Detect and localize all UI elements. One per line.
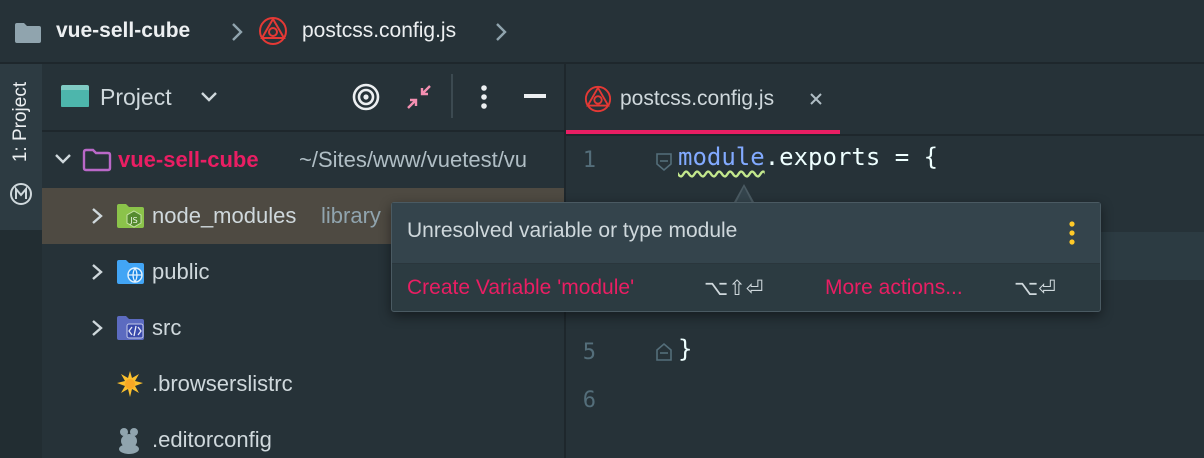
- obscured-line-number: [564, 310, 588, 330]
- postcss-icon: [259, 17, 287, 45]
- intention-popup: Unresolved variable or type module Creat…: [391, 202, 1101, 312]
- more-actions-shortcut: ⌥⏎: [1014, 276, 1056, 300]
- tree-row-editorconfig[interactable]: .editorconfig: [42, 412, 564, 458]
- chevron-down-icon[interactable]: [54, 152, 72, 166]
- tree-node-modules-name: node_modules: [152, 203, 297, 228]
- breadcrumb-project[interactable]: vue-sell-cube: [56, 19, 190, 43]
- project-tab-label: 1: Project: [10, 81, 31, 163]
- chevron-right-icon[interactable]: [90, 319, 104, 337]
- editorconfig-icon: [119, 428, 139, 454]
- editor-tab-bar: postcss.config.js: [566, 64, 1204, 136]
- code-token-module: module: [678, 143, 765, 171]
- code-token-close-brace: }: [678, 335, 693, 363]
- locate-target-icon[interactable]: [351, 82, 381, 112]
- active-tab-indicator: [566, 130, 840, 134]
- more-actions-link[interactable]: More actions...: [825, 276, 963, 300]
- line-number: 5: [582, 340, 596, 365]
- public-folder-icon: [117, 260, 144, 284]
- navigation-bar: vue-sell-cube postcss.config.js: [0, 0, 1204, 64]
- project-tool-icon: [10, 183, 32, 205]
- project-view-icon: [61, 85, 89, 107]
- src-folder-icon: [117, 316, 144, 340]
- line-number: 6: [582, 388, 596, 413]
- nodejs-folder-icon: JS: [117, 204, 144, 228]
- project-tool-tab[interactable]: 1: Project: [0, 64, 42, 230]
- tree-src-name: src: [152, 315, 182, 340]
- line-number: 1: [582, 148, 596, 173]
- chevron-right-icon: [496, 23, 507, 41]
- editor-tab-postcss[interactable]: postcss.config.js: [566, 64, 840, 134]
- folder-icon: [15, 23, 41, 43]
- toolbar-divider: [451, 74, 453, 118]
- tree-library-label: library: [321, 203, 381, 228]
- popup-message: Unresolved variable or type module: [407, 219, 738, 242]
- postcss-icon: [584, 85, 612, 113]
- tree-row-root[interactable]: vue-sell-cube ~/Sites/www/vuetest/vu: [42, 132, 564, 188]
- editor-tab-label: postcss.config.js: [620, 87, 775, 110]
- svg-text:JS: JS: [129, 216, 137, 225]
- fold-marker-icon[interactable]: [654, 342, 674, 362]
- tree-root-path: ~/Sites/www/vuetest/vu: [299, 147, 528, 172]
- code-token-exports: .exports = {: [764, 143, 939, 171]
- collapse-all-icon[interactable]: [404, 82, 434, 112]
- create-variable-action[interactable]: Create Variable 'module': [407, 276, 634, 300]
- tree-browserslistrc-name: .browserslistrc: [152, 371, 293, 396]
- close-icon[interactable]: [808, 91, 824, 107]
- tree-editorconfig-name: .editorconfig: [152, 427, 272, 452]
- more-options-icon[interactable]: [474, 84, 494, 110]
- browserslist-icon: [117, 371, 143, 397]
- chevron-down-icon[interactable]: [200, 90, 218, 104]
- chevron-right-icon: [232, 23, 243, 41]
- folder-open-icon: [82, 148, 112, 172]
- tree-public-name: public: [152, 259, 210, 284]
- tree-row-browserslistrc[interactable]: .browserslistrc: [42, 356, 564, 412]
- chevron-right-icon[interactable]: [90, 207, 104, 225]
- create-variable-shortcut: ⌥⇧⏎: [704, 276, 764, 300]
- fold-marker-icon[interactable]: [654, 152, 674, 172]
- chevron-right-icon[interactable]: [90, 263, 104, 281]
- project-panel-title[interactable]: Project: [100, 84, 172, 111]
- breadcrumb-file[interactable]: postcss.config.js: [302, 19, 456, 43]
- popup-pointer-fill: [736, 187, 752, 203]
- more-options-icon[interactable]: [1062, 219, 1082, 247]
- code-line-5[interactable]: }: [678, 335, 692, 371]
- code-line-1[interactable]: module.exports = {: [678, 143, 938, 179]
- hide-panel-icon[interactable]: [522, 88, 548, 104]
- tree-root-name: vue-sell-cube: [118, 147, 259, 172]
- popup-header: Unresolved variable or type module: [392, 203, 1100, 264]
- project-panel-header: Project: [42, 64, 564, 132]
